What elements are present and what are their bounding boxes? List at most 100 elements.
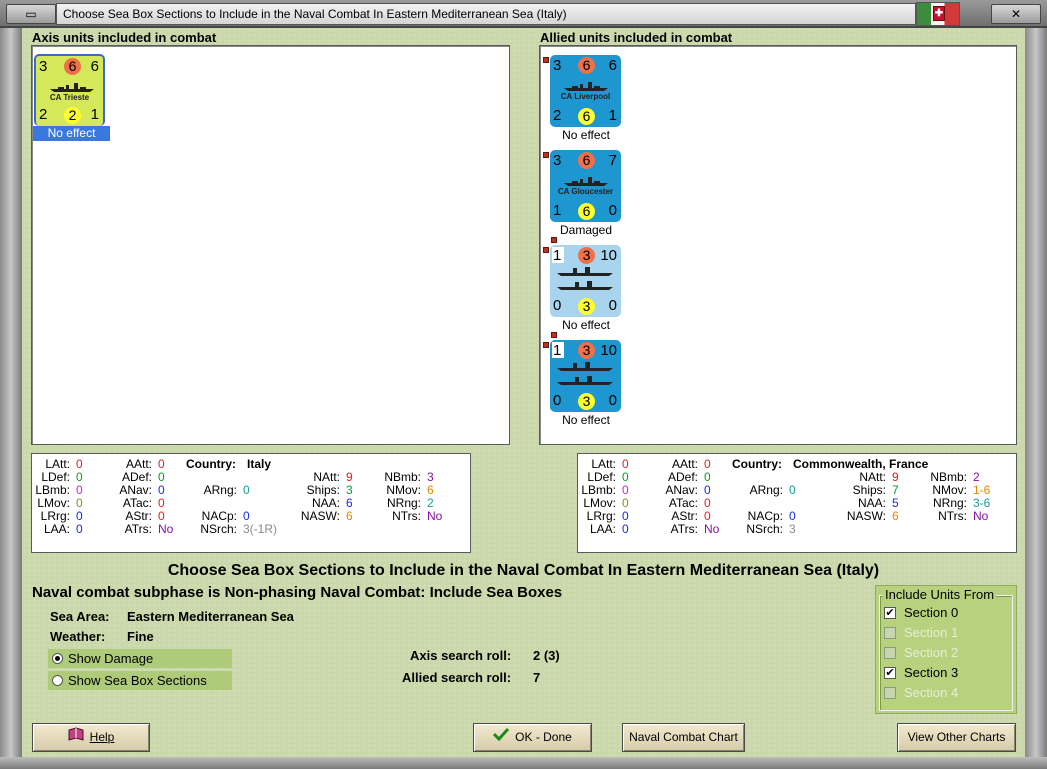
counter-bottom-circle: 6 [578, 203, 595, 220]
unit-counter[interactable]: 3 6 7 CA Gloucester 1 6 0 [550, 150, 621, 222]
help-label: Help [89, 730, 115, 744]
counter-unit-name: CA Trieste [49, 93, 90, 102]
stat-label-atrs: ATrs: [670, 522, 698, 536]
stat-label-nsrch: NSrch: [746, 522, 783, 536]
stat-value-nsrch: 3(-1R) [243, 522, 278, 536]
help-button[interactable]: Help [32, 723, 150, 752]
axis-roll-label: Axis search roll: [410, 648, 512, 663]
counter-bottom-left: 2 [553, 107, 562, 124]
counter-bottom-right: 1 [90, 106, 99, 123]
stat-value-ntrs: No [973, 509, 989, 523]
show-damage-radio[interactable]: Show Damage [48, 649, 232, 668]
counter-top-left: 3 [553, 152, 562, 169]
stat-label-arng: ARng: [749, 483, 783, 497]
view-other-charts-button[interactable]: View Other Charts [897, 723, 1016, 752]
axis-units-panel[interactable]: 3 6 6 CA Trieste 2 2 1 No effect [31, 45, 510, 445]
checkbox-empty-icon [884, 627, 896, 639]
show-sections-label: Show Sea Box Sections [68, 673, 207, 688]
unit-marker-icon [551, 237, 557, 243]
window-menu-button[interactable]: ▭ [6, 4, 56, 24]
section-label: Section 0 [904, 605, 959, 620]
country-value: Italy [247, 457, 272, 471]
savoy-crest-icon: ✚ [933, 6, 945, 21]
ship-silhouette-icon [50, 83, 94, 92]
allied-units-heading: Allied units included in combat [540, 30, 733, 45]
radio-selected-icon[interactable] [52, 653, 63, 664]
show-sections-radio[interactable]: Show Sea Box Sections [48, 671, 232, 690]
stat-label-nasw: NASW: [300, 509, 340, 523]
sea-area-label: Sea Area: [50, 609, 110, 624]
axis-units-heading: Axis units included in combat [32, 30, 217, 45]
ship-silhouette-icon [564, 177, 608, 186]
stat-label-atrs: ATrs: [124, 522, 152, 536]
section-checkbox-row[interactable]: ✔ Section 3 [884, 665, 958, 681]
counter-top-right: 6 [608, 57, 617, 74]
window-frame-left [0, 28, 22, 769]
checkbox-empty-icon [884, 687, 896, 699]
section-label: Section 1 [904, 625, 959, 640]
weather-value: Fine [127, 629, 154, 644]
section-checkbox-row[interactable]: ✔ Section 0 [884, 605, 958, 621]
sea-area-value: Eastern Mediterranean Sea [127, 609, 294, 624]
counter-top-left: 3 [553, 57, 562, 74]
unit-counter[interactable]: 3 6 6 CA Trieste 2 2 1 [34, 54, 105, 126]
unit-counter[interactable]: 1 3 10 0 3 0 [550, 245, 621, 317]
stat-value-laa: 0 [76, 522, 83, 536]
naval-combat-chart-button[interactable]: Naval Combat Chart [622, 723, 745, 752]
include-units-group: Include Units From ✔ Section 0 Section 1 Se… [875, 585, 1017, 714]
section-label: Section 4 [904, 685, 959, 700]
unit-status-label: No effect [562, 318, 610, 332]
radio-unselected-icon[interactable] [52, 675, 63, 686]
counter-top-left: 1 [553, 342, 562, 359]
unit-marker-icon [543, 152, 549, 158]
unit-marker-icon [543, 247, 549, 253]
counter-bottom-right: 0 [608, 392, 617, 409]
country-label: Country: [186, 457, 236, 471]
ok-done-label: OK - Done [515, 730, 572, 744]
checkbox-empty-icon [884, 647, 896, 659]
allied-roll-label: Allied search roll: [402, 670, 512, 685]
counter-bottom-left: 0 [553, 297, 562, 314]
counter-unit-name: CA Liverpool [560, 92, 611, 101]
checkbox-checked-icon[interactable]: ✔ [884, 667, 896, 679]
ok-done-button[interactable]: OK - Done [473, 723, 592, 752]
stat-label-ntrs: NTrs: [392, 509, 421, 523]
axis-roll-value: 2 (3) [533, 648, 560, 663]
ship-silhouette-icon [564, 82, 608, 91]
unit-counter[interactable]: 1 3 10 0 3 0 [550, 340, 621, 412]
counter-top-right: 10 [600, 342, 617, 359]
section-label: Section 3 [904, 665, 959, 680]
section-checkbox-row: Section 1 [884, 625, 958, 641]
unit-counter[interactable]: 3 6 6 CA Liverpool 2 6 1 [550, 55, 621, 127]
counter-bottom-right: 0 [608, 297, 617, 314]
combat-title: Choose Sea Box Sections to Include in th… [167, 562, 880, 579]
weather-label: Weather: [50, 629, 106, 644]
window-frame-bottom [0, 757, 1047, 769]
counter-unit-name: CA Gloucester [557, 187, 614, 196]
allied-units-panel[interactable]: 3 6 6 CA Liverpool 2 6 1 No effect 3 6 7 CA Glouces… [539, 45, 1017, 445]
checkbox-checked-icon[interactable]: ✔ [884, 607, 896, 619]
stat-value-atrs: No [704, 522, 720, 536]
stat-value-laa: 0 [622, 522, 629, 536]
stat-value-nasw: 6 [892, 509, 899, 523]
close-button[interactable]: ✕ [991, 4, 1041, 24]
stat-label-nasw: NASW: [846, 509, 886, 523]
checkmark-icon [493, 724, 510, 751]
naval-combat-chart-label: Naval Combat Chart [629, 730, 738, 744]
counter-top-left: 1 [553, 247, 562, 264]
counter-bottom-left: 1 [553, 202, 562, 219]
stat-label-laa: LAA: [589, 522, 616, 536]
dialog-content: Axis units included in combat Allied uni… [22, 28, 1025, 757]
section-checkbox-row: Section 4 [884, 685, 958, 701]
book-icon [68, 724, 84, 751]
counter-top-circle: 3 [578, 342, 595, 359]
stat-label-arng: ARng: [203, 483, 237, 497]
counter-top-circle: 6 [64, 58, 81, 75]
counter-top-circle: 6 [578, 57, 595, 74]
unit-marker-icon [543, 57, 549, 63]
stat-label-ntrs: NTrs: [938, 509, 967, 523]
title-bar: ▭ Choose Sea Box Sections to Include in … [0, 0, 1047, 28]
unit-status-label: No effect [33, 126, 110, 141]
counter-top-right: 10 [600, 247, 617, 264]
stat-label-laa: LAA: [43, 522, 70, 536]
